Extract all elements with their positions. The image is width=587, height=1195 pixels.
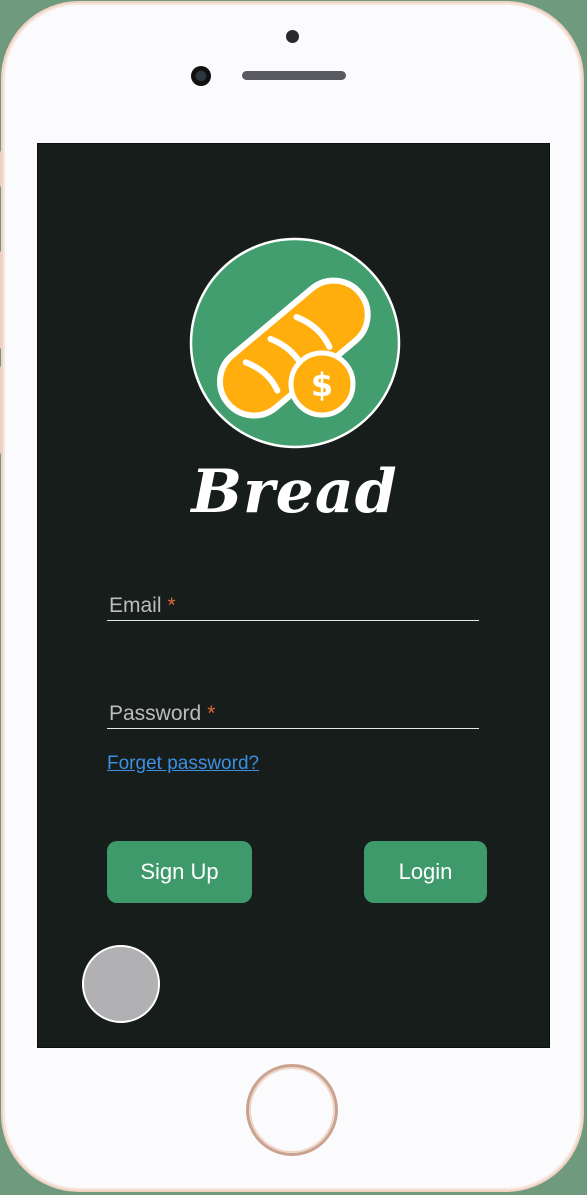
front-camera: [191, 66, 211, 86]
email-label: Email *: [109, 594, 176, 617]
app-screen: $ Bread Email * Password * Forget password…: [37, 143, 550, 1048]
bread-logo-icon: $: [189, 237, 401, 449]
email-required-marker: *: [167, 594, 176, 617]
floating-action-button[interactable]: [82, 945, 160, 1023]
earpiece-speaker: [242, 71, 346, 80]
password-label: Password *: [109, 702, 216, 725]
login-button[interactable]: Login: [364, 841, 487, 903]
home-button[interactable]: [246, 1064, 338, 1156]
svg-text:$: $: [311, 366, 333, 404]
brand-title: Bread: [191, 457, 398, 527]
email-field[interactable]: Email *: [107, 586, 479, 621]
sign-up-button[interactable]: Sign Up: [107, 841, 252, 903]
phone-mockup: $ Bread Email * Password * Forget password…: [0, 0, 587, 1195]
password-field[interactable]: Password *: [107, 694, 479, 729]
forget-password-link[interactable]: Forget password?: [107, 753, 259, 775]
camera-dot: [286, 30, 299, 43]
password-required-marker: *: [207, 702, 216, 725]
